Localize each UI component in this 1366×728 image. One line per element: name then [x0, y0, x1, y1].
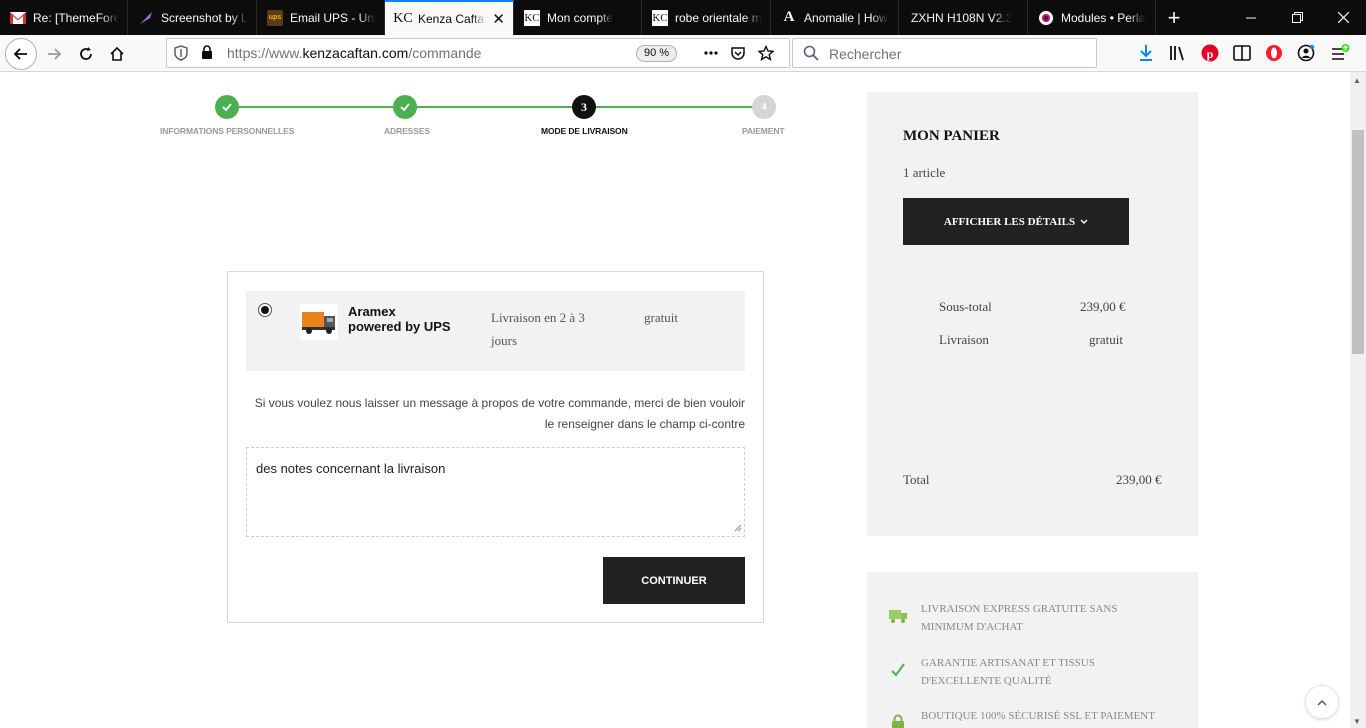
gmail-icon: [10, 10, 26, 26]
search-icon: [803, 45, 819, 66]
delivery-notes-value[interactable]: des notes concernant la livraison: [256, 461, 445, 476]
continue-button[interactable]: Continuer: [603, 557, 745, 604]
step-4-label: Paiement: [742, 126, 785, 136]
total-value: 239,00 €: [1116, 472, 1162, 487]
home-button[interactable]: [102, 39, 132, 69]
prestashop-icon: [1038, 10, 1054, 26]
reassurance-free-shipping: Livraison express gratuite sans minimum …: [921, 603, 1118, 633]
browser-tab[interactable]: A Anomalie | How: [771, 0, 899, 35]
total-label: Total: [903, 472, 930, 487]
browser-tab[interactable]: Re: [ThemeForest]: [0, 0, 128, 35]
delivery-options-panel: Aramex powered by UPS Livraison en 2 à 3…: [227, 271, 764, 623]
browser-nav-bar: https://www.kenzacaftan.com/commande 90 …: [0, 35, 1366, 72]
browser-tab[interactable]: KC robe orientale mariage: [642, 0, 771, 35]
search-placeholder: Rechercher: [829, 46, 902, 62]
step-connector: [585, 106, 764, 108]
carrier-option-row[interactable]: Aramex powered by UPS Livraison en 2 à 3…: [246, 291, 745, 371]
carrier-radio-selected[interactable]: [258, 303, 272, 317]
scroll-up-arrow-icon[interactable]: ▲: [1353, 76, 1361, 85]
new-tab-button[interactable]: +: [1156, 0, 1192, 35]
shipping-label: Livraison: [939, 332, 989, 347]
show-details-button[interactable]: Afficher les détails: [903, 198, 1129, 245]
checkmark-icon: [887, 659, 909, 681]
reassurance-quality: Garantie artisanat et tissus d'excellent…: [921, 657, 1095, 687]
tracking-protection-icon[interactable]: [174, 45, 188, 66]
close-tab-icon[interactable]: ✕: [486, 10, 505, 28]
page-actions-icon[interactable]: [703, 45, 719, 66]
opera-icon[interactable]: [1264, 43, 1284, 63]
library-icon[interactable]: [1168, 43, 1188, 63]
delivery-notes-textarea[interactable]: des notes concernant la livraison: [246, 447, 745, 537]
order-message-prompt: Si vous voulez nous laisser un message à…: [254, 396, 745, 431]
step-2-done-dot[interactable]: [393, 95, 417, 119]
lock-icon[interactable]: [201, 45, 213, 65]
back-button[interactable]: [5, 38, 37, 70]
browser-tab[interactable]: ups Email UPS - United States: [257, 0, 385, 35]
subtotal-value: 239,00 €: [1080, 299, 1126, 314]
browser-tab[interactable]: ZXHN H108N V2.3: [899, 0, 1028, 35]
restore-icon[interactable]: [1274, 0, 1320, 35]
step-2-label[interactable]: Adresses: [384, 126, 430, 136]
truck-icon: [887, 605, 909, 627]
kc-icon: KC: [393, 10, 413, 26]
step-connector: [227, 106, 405, 108]
minimize-icon[interactable]: [1228, 0, 1274, 35]
pocket-icon[interactable]: [730, 45, 746, 66]
scroll-to-top-button[interactable]: [1305, 685, 1339, 719]
reader-view-icon[interactable]: [1232, 43, 1252, 63]
scrollbar-thumb[interactable]: [1352, 130, 1364, 354]
step-1-label[interactable]: Informations personnelles: [160, 126, 294, 136]
scroll-down-arrow-icon[interactable]: ▼: [1353, 717, 1361, 726]
pinterest-icon[interactable]: p: [1200, 43, 1220, 63]
browser-tab[interactable]: Screenshot by Lightshot: [128, 0, 257, 35]
page-scrollbar[interactable]: ▲ ▼: [1350, 72, 1366, 728]
check-icon: [222, 103, 232, 112]
reassurance-block: Livraison express gratuite sans minimum …: [867, 572, 1198, 728]
bookmark-star-icon[interactable]: [757, 44, 775, 66]
cart-summary: Mon panier 1 article Afficher les détail…: [867, 92, 1198, 536]
carrier-price: gratuit: [644, 310, 678, 325]
browser-tab-active[interactable]: KC Kenza Caftan ✕: [385, 0, 514, 35]
page-content: 3 4 Informations personnelles Adresses M…: [0, 72, 1350, 728]
anomalie-icon: A: [783, 9, 795, 25]
carrier-delay: Livraison en 2 à 3 jours: [491, 310, 585, 348]
url-text[interactable]: https://www.kenzacaftan.com/commande: [227, 45, 481, 61]
chevron-down-icon: [1080, 219, 1088, 224]
cart-title: Mon panier: [903, 128, 1000, 144]
delivery-truck-icon: [300, 304, 338, 340]
browser-tab-bar: Re: [ThemeForest] Screenshot by Lightsho…: [0, 0, 1366, 35]
update-menu-icon[interactable]: [1330, 43, 1350, 63]
step-4-todo-dot: 4: [752, 95, 776, 119]
step-3-label: Mode de livraison: [541, 126, 628, 136]
close-window-icon[interactable]: [1320, 0, 1366, 35]
check-icon: [400, 103, 410, 112]
resize-grip-icon[interactable]: [734, 524, 742, 534]
cart-item-count: 1 article: [903, 165, 946, 180]
ups-icon: ups: [267, 9, 283, 26]
step-1-done-dot[interactable]: [215, 95, 239, 119]
search-bar[interactable]: Rechercher: [792, 38, 1097, 68]
step-3-current-dot: 3: [572, 95, 596, 119]
reload-button[interactable]: [71, 39, 101, 69]
forward-button[interactable]: [39, 39, 69, 69]
subtotal-label: Sous-total: [939, 299, 992, 314]
lock-icon: [887, 711, 909, 728]
kc-icon: KC: [524, 9, 540, 26]
url-bar[interactable]: https://www.kenzacaftan.com/commande 90 …: [166, 38, 790, 68]
shipping-value: gratuit: [1089, 332, 1123, 347]
reassurance-secure: Boutique 100% sécurisé SSL et paiement: [921, 710, 1155, 722]
download-icon[interactable]: [1136, 43, 1156, 63]
show-details-label: Afficher les détails: [943, 215, 1076, 228]
lightshot-icon: [138, 10, 154, 26]
browser-tab[interactable]: Modules • Perla: [1028, 0, 1156, 35]
carrier-name: Aramex powered by UPS: [348, 304, 451, 334]
account-icon[interactable]: [1296, 43, 1316, 63]
svg-text:p: p: [1207, 47, 1214, 61]
step-connector: [405, 106, 585, 108]
browser-tab[interactable]: KC Mon compte: [514, 0, 642, 35]
zoom-indicator[interactable]: 90 %: [636, 45, 678, 62]
kc-icon: KC: [652, 9, 668, 26]
chevron-up-icon: [1317, 699, 1327, 705]
